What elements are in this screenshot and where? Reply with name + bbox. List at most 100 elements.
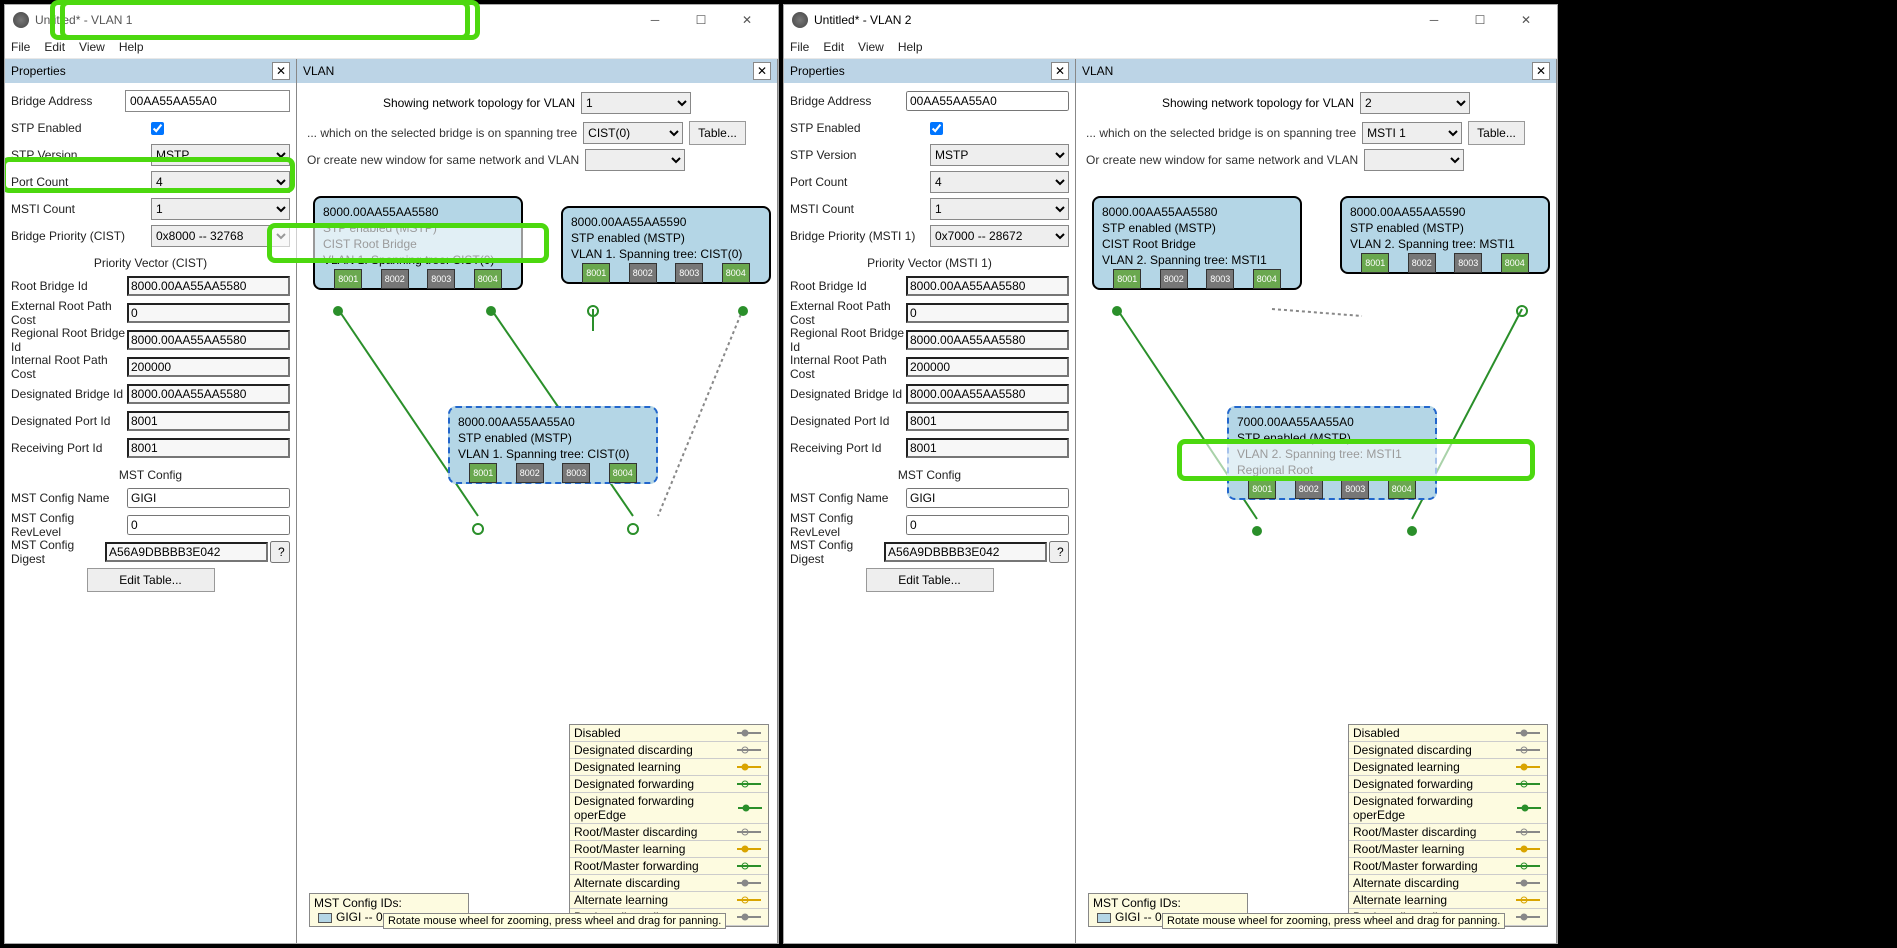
- bridge-5580[interactable]: 8000.00AA55AA5580 STP enabled (MSTP) CIS…: [1092, 196, 1302, 290]
- port[interactable]: 8001: [334, 269, 362, 289]
- titlebar[interactable]: Untitled* - VLAN 1 ─ ☐ ✕: [5, 5, 778, 35]
- bridge-priority-select[interactable]: 0x7000 -- 28672: [930, 225, 1069, 247]
- edit-table-button[interactable]: Edit Table...: [87, 568, 215, 592]
- stp-version-select[interactable]: MSTP: [151, 144, 290, 166]
- port[interactable]: 8003: [675, 263, 703, 283]
- menu-edit[interactable]: Edit: [44, 40, 65, 54]
- topology-canvas[interactable]: 8000.00AA55AA5580 STP enabled (MSTP) CIS…: [303, 181, 771, 937]
- mst-config-revlevel[interactable]: [906, 515, 1069, 535]
- table-button[interactable]: Table...: [689, 121, 746, 145]
- msti-count-select[interactable]: 1: [151, 198, 290, 220]
- edit-table-button[interactable]: Edit Table...: [866, 568, 994, 592]
- close-panel-icon[interactable]: ✕: [1051, 62, 1069, 80]
- menu-view[interactable]: View: [858, 40, 884, 54]
- vlan-panel: VLAN ✕ Showing network topology for VLAN…: [1076, 59, 1557, 943]
- menu-help[interactable]: Help: [898, 40, 923, 54]
- stp-enabled-checkbox[interactable]: [151, 122, 164, 135]
- bridge-priority-select[interactable]: 0x8000 -- 32768: [151, 225, 290, 247]
- port[interactable]: 8003: [1206, 269, 1234, 289]
- minimize-button[interactable]: ─: [632, 5, 678, 35]
- port[interactable]: 8002: [1295, 479, 1323, 499]
- menu-edit[interactable]: Edit: [823, 40, 844, 54]
- new-window-label: Or create new window for same network an…: [1086, 153, 1358, 167]
- spanning-tree-label: ... which on the selected bridge is on s…: [307, 126, 577, 140]
- stp-version-select[interactable]: MSTP: [930, 144, 1069, 166]
- stp-enabled-checkbox[interactable]: [930, 122, 943, 135]
- port[interactable]: 8002: [629, 263, 657, 283]
- menu-help[interactable]: Help: [119, 40, 144, 54]
- msti-count-select[interactable]: 1: [930, 198, 1069, 220]
- spanning-tree-select[interactable]: MSTI 1: [1362, 122, 1462, 144]
- bridge-5590[interactable]: 8000.00AA55AA5590 STP enabled (MSTP) VLA…: [561, 206, 771, 284]
- port-count-select[interactable]: 4: [151, 171, 290, 193]
- port[interactable]: 8001: [1361, 253, 1389, 273]
- port-count-select[interactable]: 4: [930, 171, 1069, 193]
- bridge-address-input[interactable]: [125, 90, 290, 112]
- new-window-select[interactable]: [585, 149, 685, 171]
- topology-canvas[interactable]: 8000.00AA55AA5580 STP enabled (MSTP) CIS…: [1082, 181, 1550, 937]
- designated-port-id: [906, 411, 1069, 431]
- maximize-button[interactable]: ☐: [1457, 5, 1503, 35]
- close-panel-icon[interactable]: ✕: [272, 62, 290, 80]
- mst-config-name[interactable]: [127, 488, 290, 508]
- bridge-5580[interactable]: 8000.00AA55AA5580 STP enabled (MSTP) CIS…: [313, 196, 523, 290]
- port[interactable]: 8004: [609, 463, 637, 483]
- port[interactable]: 8004: [474, 269, 502, 289]
- port[interactable]: 8003: [562, 463, 590, 483]
- port[interactable]: 8001: [1113, 269, 1141, 289]
- maximize-button[interactable]: ☐: [678, 5, 724, 35]
- app-icon: [13, 12, 29, 28]
- priority-vector-title: Priority Vector (CIST): [11, 256, 290, 270]
- mst-config-name[interactable]: [906, 488, 1069, 508]
- spanning-tree-select[interactable]: CIST(0): [583, 122, 683, 144]
- minimize-button[interactable]: ─: [1411, 5, 1457, 35]
- close-button[interactable]: ✕: [1503, 5, 1549, 35]
- port[interactable]: 8003: [427, 269, 455, 289]
- table-button[interactable]: Table...: [1468, 121, 1525, 145]
- port[interactable]: 8003: [1341, 479, 1369, 499]
- designated-bridge-id: [906, 384, 1069, 404]
- digest-help-button[interactable]: ?: [1049, 541, 1069, 563]
- bridge-55a0[interactable]: 7000.00AA55AA55A0 STP enabled (MSTP) VLA…: [1227, 406, 1437, 500]
- legend: DisabledDesignated discardingDesignated …: [569, 724, 769, 927]
- port[interactable]: 8001: [582, 263, 610, 283]
- menu-file[interactable]: File: [11, 40, 30, 54]
- port[interactable]: 8004: [1388, 479, 1416, 499]
- legend-row: Root/Master learning: [1349, 841, 1547, 858]
- port[interactable]: 8002: [1160, 269, 1188, 289]
- port[interactable]: 8001: [1248, 479, 1276, 499]
- menu-view[interactable]: View: [79, 40, 105, 54]
- bridge-address-label: Bridge Address: [11, 94, 125, 108]
- menubar: File Edit View Help: [784, 35, 1557, 59]
- port[interactable]: 8002: [381, 269, 409, 289]
- new-window-select[interactable]: [1364, 149, 1464, 171]
- legend-row: Designated forwarding operEdge: [570, 793, 768, 824]
- digest-help-button[interactable]: ?: [270, 541, 290, 563]
- legend-row: Root/Master discarding: [570, 824, 768, 841]
- legend-row: Designated learning: [1349, 759, 1547, 776]
- port[interactable]: 8002: [516, 463, 544, 483]
- port[interactable]: 8001: [469, 463, 497, 483]
- port[interactable]: 8004: [1253, 269, 1281, 289]
- port[interactable]: 8004: [1501, 253, 1529, 273]
- legend-row: Designated learning: [570, 759, 768, 776]
- priority-vector-title: Priority Vector (MSTI 1): [790, 256, 1069, 270]
- legend-row: Designated discarding: [570, 742, 768, 759]
- port[interactable]: 8003: [1454, 253, 1482, 273]
- vlan-select[interactable]: 2: [1360, 92, 1470, 114]
- bridge-5590[interactable]: 8000.00AA55AA5590 STP enabled (MSTP) VLA…: [1340, 196, 1550, 274]
- designated-port-id: [127, 411, 290, 431]
- close-panel-icon[interactable]: ✕: [753, 62, 771, 80]
- internal-root-cost: [127, 357, 290, 377]
- vlan-select[interactable]: 1: [581, 92, 691, 114]
- menu-file[interactable]: File: [790, 40, 809, 54]
- titlebar[interactable]: Untitled* - VLAN 2 ─ ☐ ✕: [784, 5, 1557, 35]
- close-button[interactable]: ✕: [724, 5, 770, 35]
- port[interactable]: 8002: [1408, 253, 1436, 273]
- bridge-55a0[interactable]: 8000.00AA55AA55A0 STP enabled (MSTP) VLA…: [448, 406, 658, 484]
- legend-row: Alternate discarding: [1349, 875, 1547, 892]
- port[interactable]: 8004: [722, 263, 750, 283]
- mst-config-revlevel[interactable]: [127, 515, 290, 535]
- bridge-address-input[interactable]: [906, 91, 1069, 111]
- close-panel-icon[interactable]: ✕: [1532, 62, 1550, 80]
